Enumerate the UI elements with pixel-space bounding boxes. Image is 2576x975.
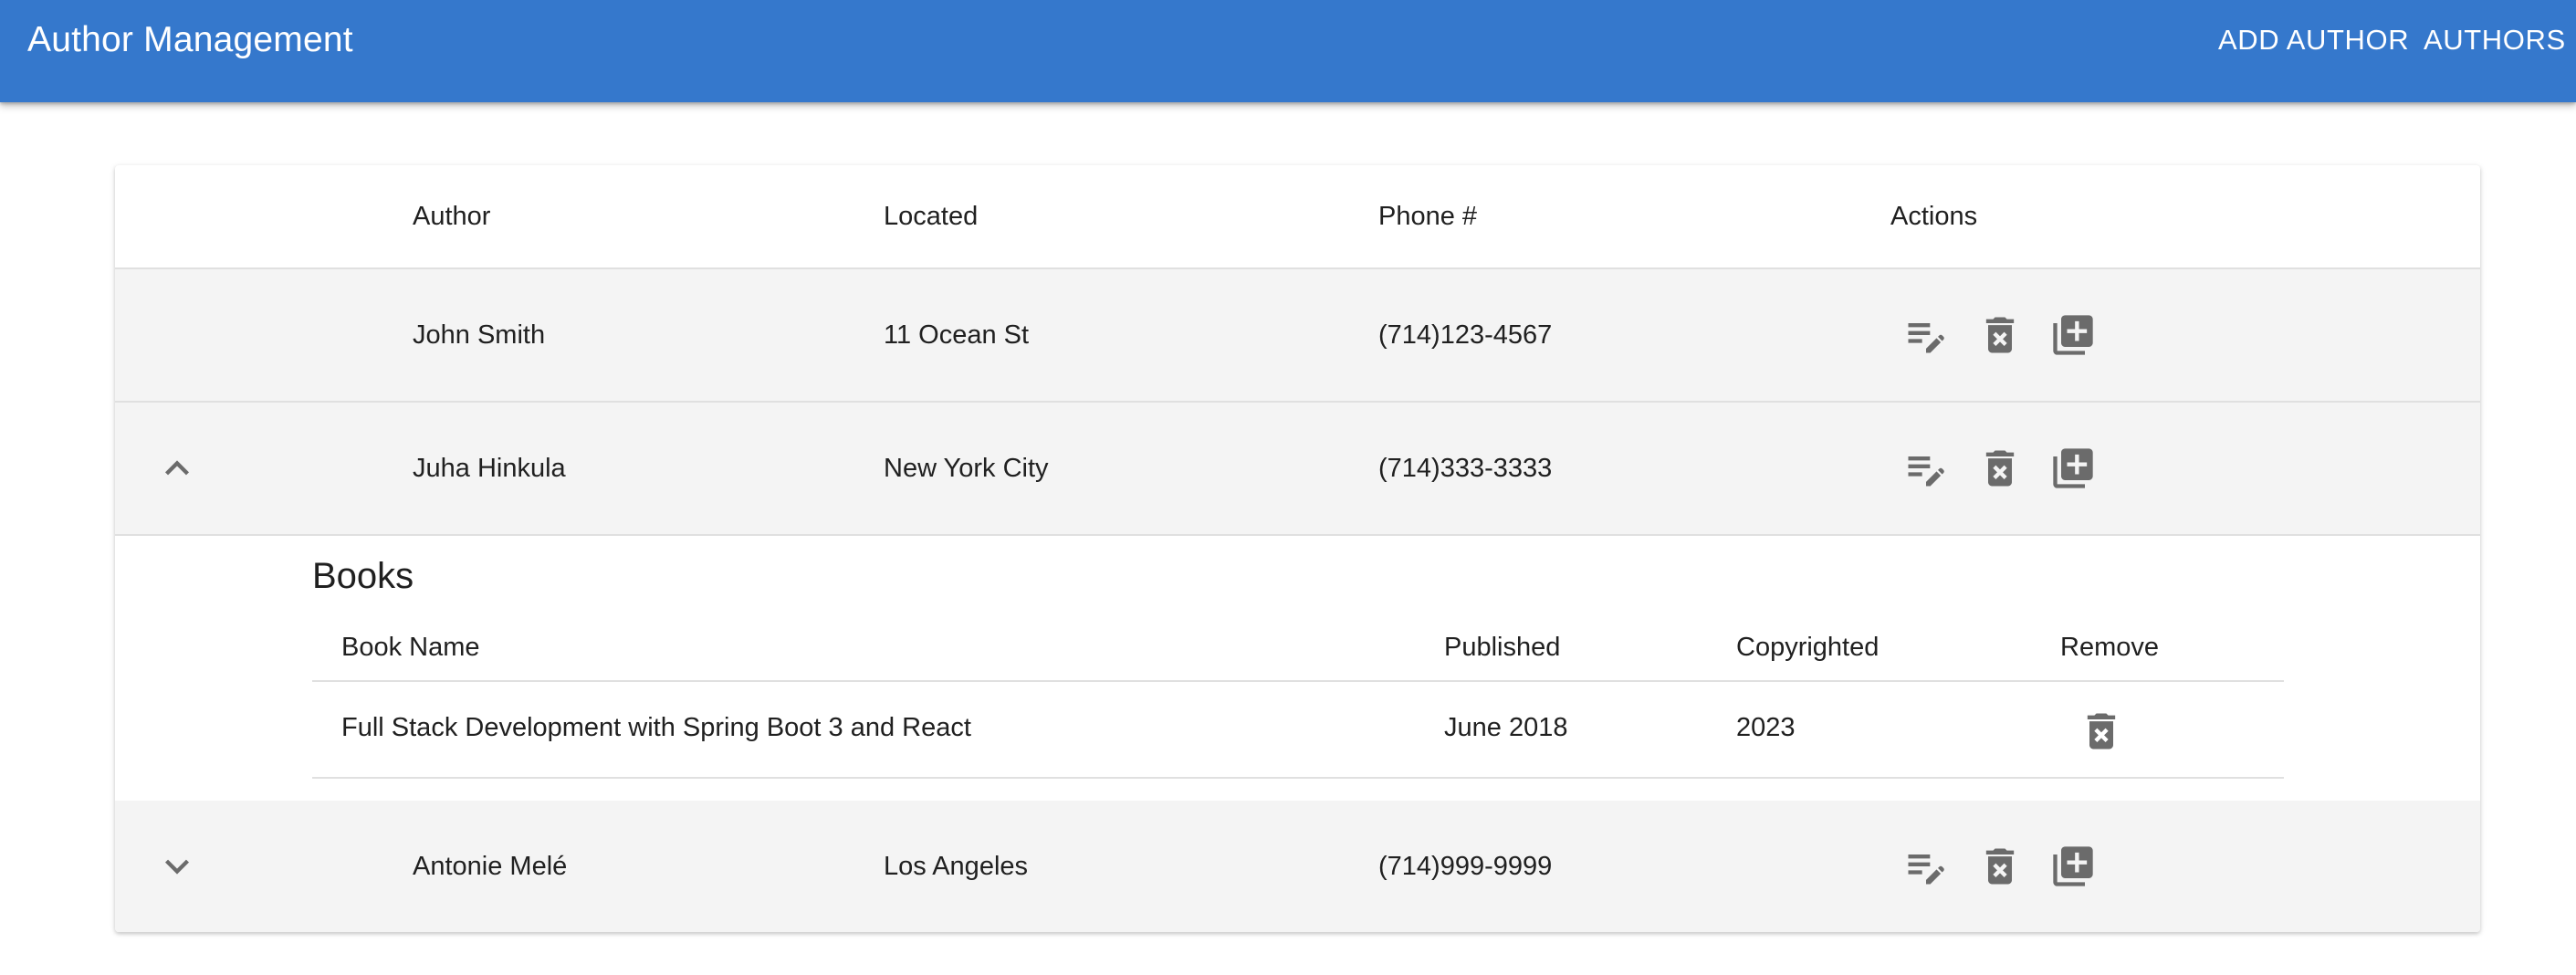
delete-icon[interactable] — [1976, 445, 2024, 492]
edit-note-icon[interactable] — [1902, 311, 1950, 359]
books-panel: Books Book Name Published Copyrighted Re… — [115, 536, 2480, 802]
located-column-header: Located — [884, 202, 979, 231]
author-name: Juha Hinkula — [413, 454, 566, 483]
author-name: John Smith — [413, 320, 546, 350]
delete-icon[interactable] — [1976, 311, 2024, 359]
add-author-button[interactable]: ADD AUTHOR — [2218, 22, 2409, 58]
remove-column-header: Remove — [2060, 633, 2159, 662]
book-published: June 2018 — [1444, 713, 1568, 742]
book-copyrighted: 2023 — [1736, 713, 1796, 742]
delete-icon[interactable] — [1976, 843, 2024, 890]
remove-book-icon[interactable] — [2078, 708, 2125, 755]
published-column-header: Published — [1444, 633, 1561, 662]
chevron-up-icon[interactable] — [153, 445, 201, 492]
chevron-down-icon[interactable] — [153, 843, 201, 890]
actions-column-header: Actions — [1890, 202, 1978, 231]
author-row: Juha Hinkula New York City (714)333-3333 — [115, 403, 2480, 536]
book-row: Full Stack Development with Spring Boot … — [312, 682, 2284, 779]
edit-note-icon[interactable] — [1902, 843, 1950, 890]
author-row: John Smith 11 Ocean St (714)123-4567 — [115, 269, 2480, 403]
add-book-icon[interactable] — [2049, 843, 2097, 890]
author-location: New York City — [884, 454, 1049, 483]
author-row: Antonie Melé Los Angeles (714)999-9999 — [115, 801, 2480, 932]
edit-note-icon[interactable] — [1902, 445, 1950, 492]
authors-button[interactable]: AUTHORS — [2424, 22, 2566, 58]
phone-column-header: Phone # — [1378, 202, 1478, 231]
author-phone: (714)999-9999 — [1378, 852, 1553, 881]
add-book-icon[interactable] — [2049, 445, 2097, 492]
app-bar: Author Management ADD AUTHOR AUTHORS — [0, 0, 2576, 102]
add-book-icon[interactable] — [2049, 311, 2097, 359]
authors-table: Author Located Phone # Actions John Smit… — [115, 165, 2480, 932]
book-name: Full Stack Development with Spring Boot … — [341, 713, 971, 742]
author-location: 11 Ocean St — [884, 320, 1030, 350]
app-title: Author Management — [27, 20, 353, 59]
copyrighted-column-header: Copyrighted — [1736, 633, 1880, 662]
table-header: Author Located Phone # Actions — [115, 165, 2480, 269]
author-location: Los Angeles — [884, 852, 1029, 881]
book-name-column-header: Book Name — [341, 633, 480, 662]
author-phone: (714)123-4567 — [1378, 320, 1553, 350]
author-column-header: Author — [413, 202, 491, 231]
books-title: Books — [312, 556, 414, 596]
books-table-header: Book Name Published Copyrighted Remove — [312, 620, 2284, 682]
author-name: Antonie Melé — [413, 852, 568, 881]
author-phone: (714)333-3333 — [1378, 454, 1553, 483]
